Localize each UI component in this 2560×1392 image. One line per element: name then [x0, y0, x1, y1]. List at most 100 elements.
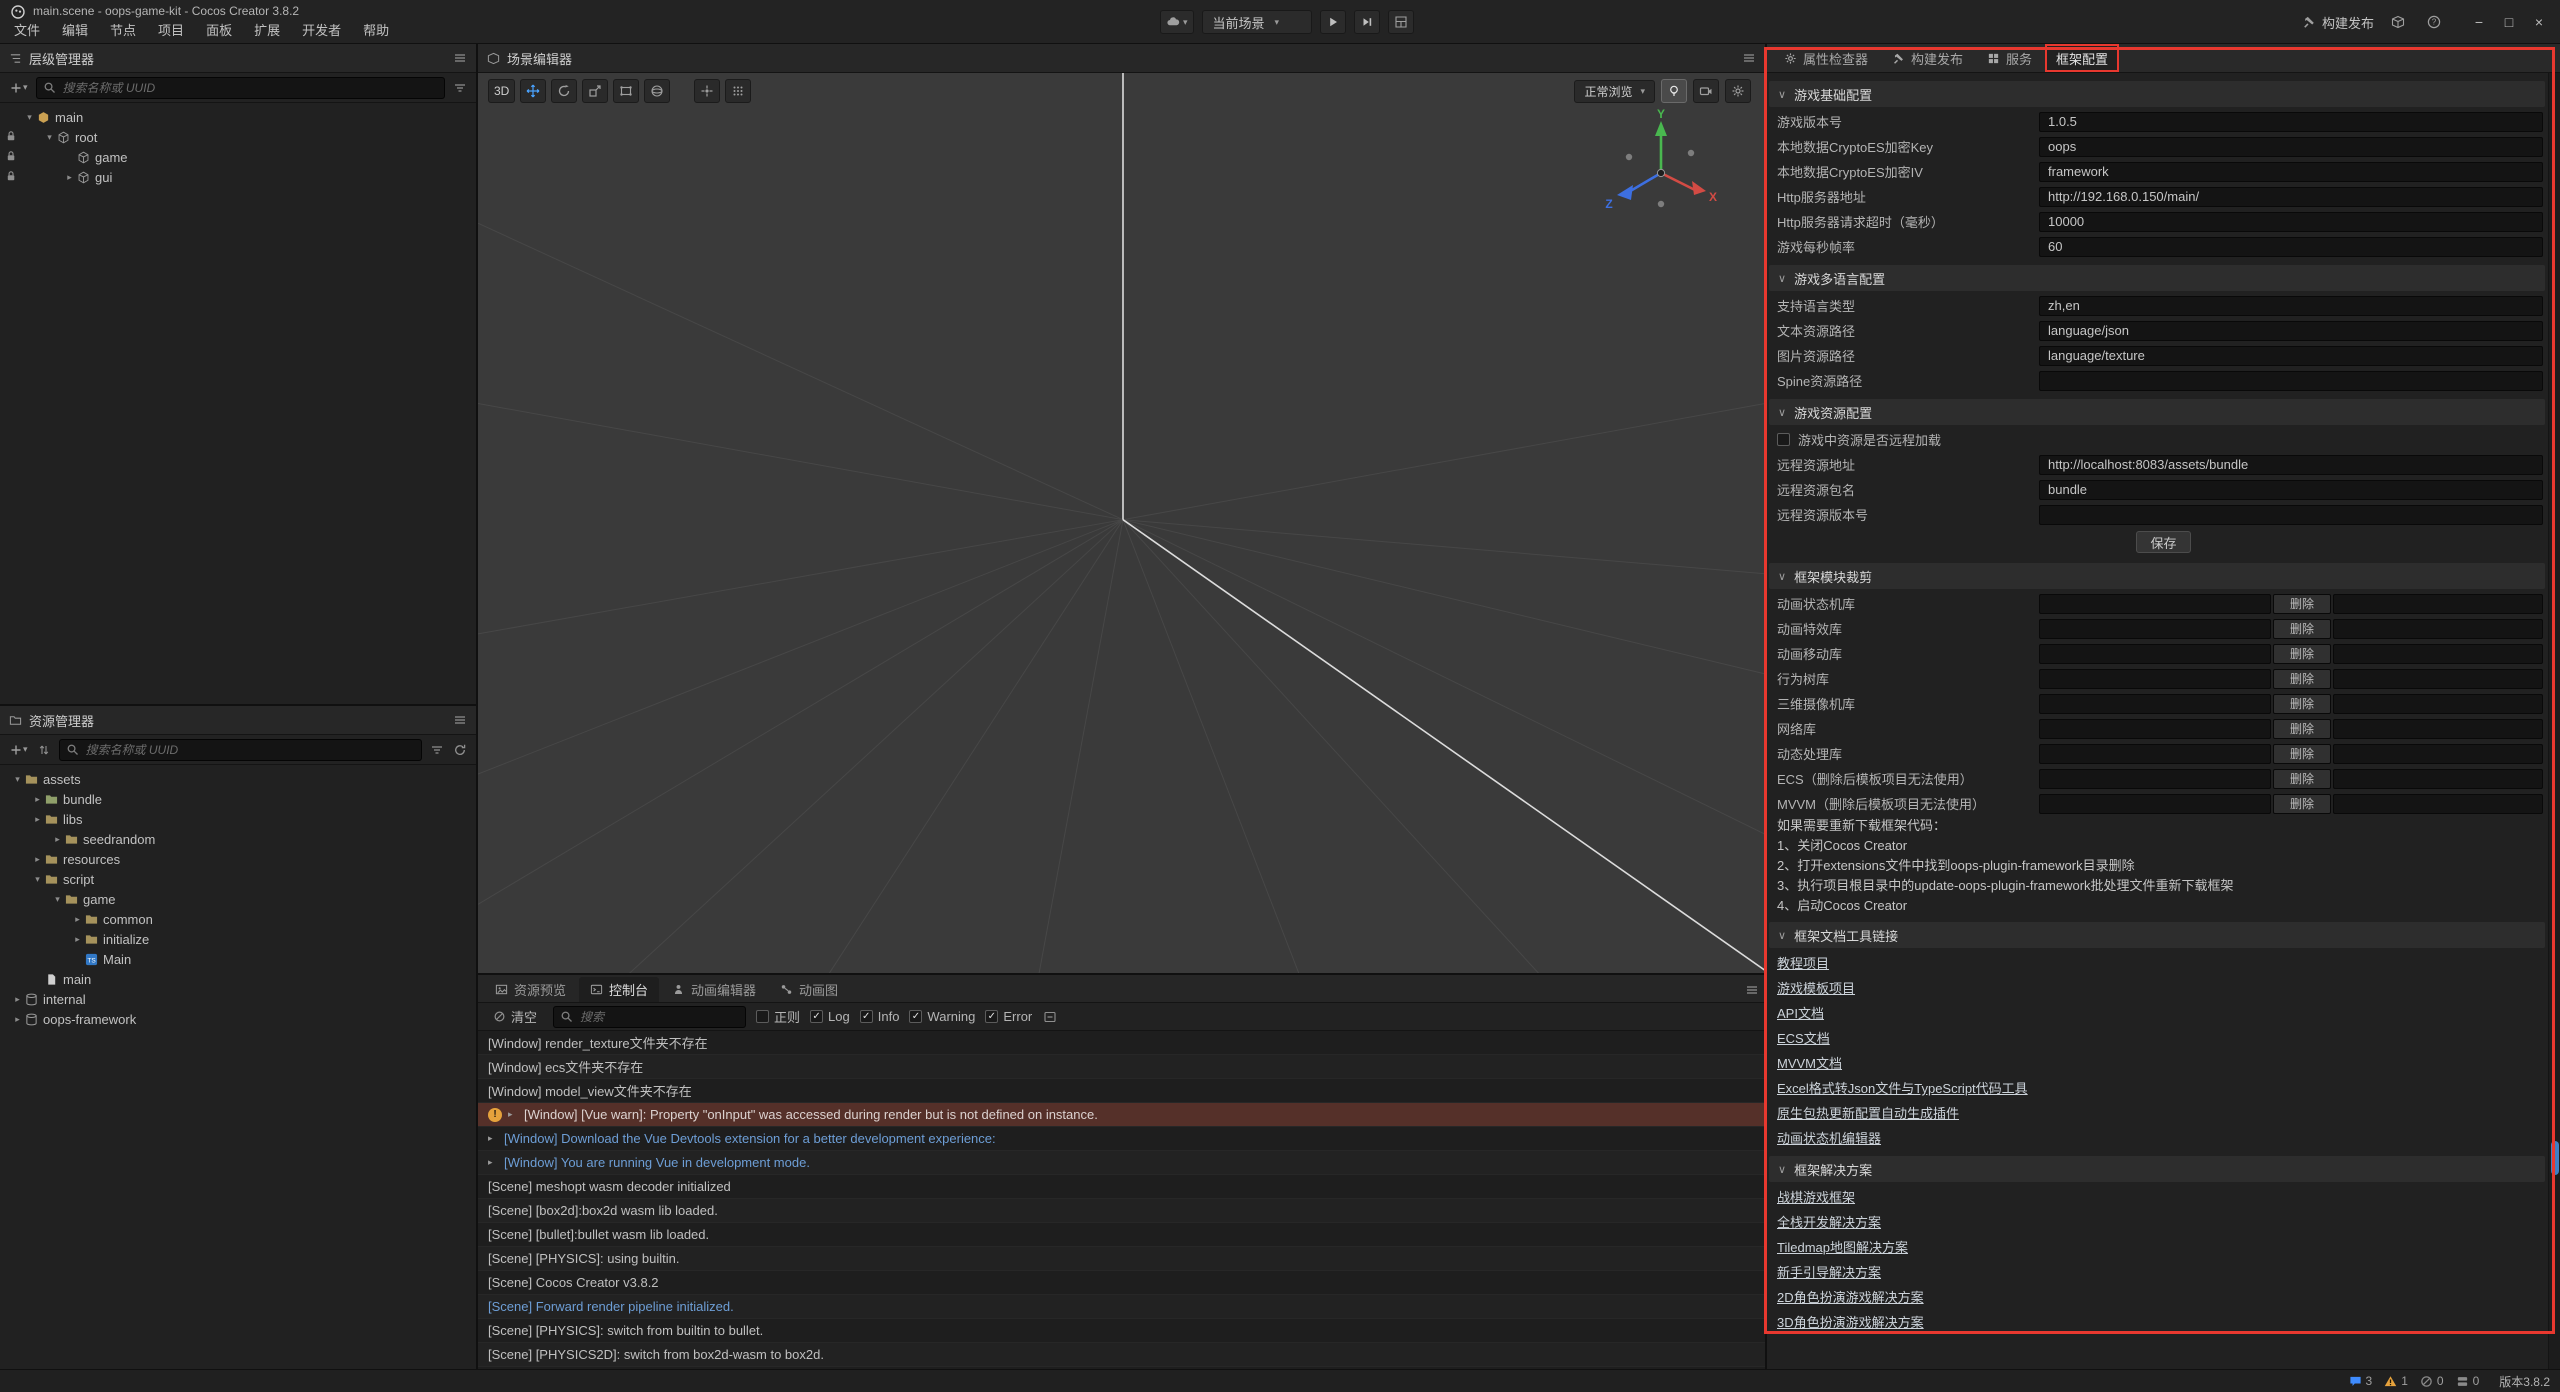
log-row-10[interactable]: [Scene] Cocos Creator v3.8.2: [478, 1271, 1765, 1295]
tool-move-button[interactable]: [520, 79, 546, 103]
filter-error-checkbox[interactable]: ✓: [985, 1010, 998, 1023]
module-input-5[interactable]: [2039, 719, 2271, 739]
log-row-11[interactable]: [Scene] Forward render pipeline initiali…: [478, 1295, 1765, 1319]
assets-node-common[interactable]: ▸common: [0, 909, 476, 929]
compile-button[interactable]: ▾: [1160, 10, 1194, 34]
expander-icon[interactable]: ▸: [50, 834, 65, 845]
section-header-docs[interactable]: ∨框架文档工具链接: [1769, 922, 2545, 948]
assets-node-game[interactable]: ▾game: [0, 889, 476, 909]
docs-link-7[interactable]: 动画状态机编辑器: [1777, 1128, 1881, 1147]
hierarchy-node-game[interactable]: game: [0, 147, 476, 167]
log-row-4[interactable]: ▸[Window] Download the Vue Devtools exte…: [478, 1127, 1765, 1151]
scene-settings-button[interactable]: [1725, 79, 1751, 103]
assets-node-main[interactable]: main: [0, 969, 476, 989]
close-button[interactable]: ×: [2524, 9, 2554, 35]
help-button[interactable]: ?: [2422, 10, 2446, 34]
module-delete-button-5[interactable]: 删除: [2273, 719, 2331, 739]
hierarchy-filter-button[interactable]: [452, 81, 468, 95]
error-count[interactable]: 0: [2420, 1374, 2444, 1388]
filter-warning[interactable]: ✓Warning: [909, 1009, 975, 1024]
log-row-2[interactable]: [Window] model_view文件夹不存在: [478, 1079, 1765, 1103]
console-clear-button[interactable]: 清空: [487, 1006, 543, 1027]
assets-node-libs[interactable]: ▸libs: [0, 809, 476, 829]
expander-icon[interactable]: ▸: [10, 994, 25, 1005]
expander-icon[interactable]: ▾: [42, 132, 57, 143]
solutions-link-1[interactable]: 全栈开发解决方案: [1777, 1212, 1881, 1231]
log-row-9[interactable]: [Scene] [PHYSICS]: using builtin.: [478, 1247, 1765, 1271]
section-header-basic[interactable]: ∨游戏基础配置: [1769, 81, 2545, 107]
solutions-link-5[interactable]: 3D角色扮演游戏解决方案: [1777, 1312, 1924, 1331]
package-button[interactable]: [2386, 10, 2410, 34]
section-header-i18n[interactable]: ∨游戏多语言配置: [1769, 265, 2545, 291]
tool-rotate-button[interactable]: [551, 79, 577, 103]
expander-icon[interactable]: ▾: [10, 774, 25, 785]
solutions-link-0[interactable]: 战棋游戏框架: [1777, 1187, 1855, 1206]
filter-error[interactable]: ✓Error: [985, 1009, 1032, 1024]
save-button[interactable]: 保存: [2136, 531, 2190, 553]
module-input-1[interactable]: [2039, 619, 2271, 639]
field-input-resource-0[interactable]: [2039, 455, 2543, 475]
play-button[interactable]: [1320, 10, 1346, 34]
module-input-3[interactable]: [2039, 669, 2271, 689]
expander-icon[interactable]: ▸: [30, 854, 45, 865]
expander-icon[interactable]: ▸: [70, 914, 85, 925]
console-regex-checkbox[interactable]: 正则: [756, 1007, 800, 1026]
assets-node-seedrandom[interactable]: ▸seedrandom: [0, 829, 476, 849]
message-count[interactable]: 3: [2349, 1374, 2373, 1388]
view-mode-select[interactable]: 正常浏览 ▾: [1574, 80, 1655, 103]
menu-edit[interactable]: 编辑: [51, 20, 99, 42]
inspector-scrollbar[interactable]: [2548, 73, 2560, 1369]
module-delete-button-1[interactable]: 删除: [2273, 619, 2331, 639]
expander-icon[interactable]: ▸: [62, 172, 77, 183]
menu-file[interactable]: 文件: [3, 20, 51, 42]
log-row-12[interactable]: [Scene] [PHYSICS]: switch from builtin t…: [478, 1319, 1765, 1343]
module-delete-button-8[interactable]: 删除: [2273, 794, 2331, 814]
filter-log[interactable]: ✓Log: [810, 1009, 850, 1024]
field-input-basic-1[interactable]: [2039, 137, 2543, 157]
hierarchy-node-main[interactable]: ▾main: [0, 107, 476, 127]
log-row-0[interactable]: [Window] render_texture文件夹不存在: [478, 1031, 1765, 1055]
module-delete-button-0[interactable]: 删除: [2273, 594, 2331, 614]
docs-link-0[interactable]: 教程项目: [1777, 953, 1829, 972]
server-count[interactable]: 0: [2456, 1374, 2480, 1388]
tool-rect-button[interactable]: [613, 79, 639, 103]
assets-panel-menu-icon[interactable]: [453, 713, 467, 727]
warning-count[interactable]: 1: [2384, 1374, 2408, 1388]
log-row-1[interactable]: [Window] ecs文件夹不存在: [478, 1055, 1765, 1079]
docs-link-6[interactable]: 原生包热更新配置自动生成插件: [1777, 1103, 1959, 1122]
console-collapse-button[interactable]: [1042, 1010, 1058, 1024]
inspector-scrollbar-thumb[interactable]: [2551, 1141, 2559, 1175]
expander-icon[interactable]: ▾: [22, 112, 37, 123]
field-input-i18n-0[interactable]: [2039, 296, 2543, 316]
assets-refresh-button[interactable]: [452, 743, 468, 757]
module-delete-button-3[interactable]: 删除: [2273, 669, 2331, 689]
log-row-3[interactable]: !▸[Window] [Vue warn]: Property "onInput…: [478, 1103, 1765, 1127]
inspector-tab-framework-config[interactable]: 框架配置: [2045, 44, 2119, 72]
tool-scale-button[interactable]: [582, 79, 608, 103]
docs-link-5[interactable]: Excel格式转Json文件与TypeScript代码工具: [1777, 1078, 2028, 1097]
assets-node-internal[interactable]: ▸internal: [0, 989, 476, 1009]
assets-sort-button[interactable]: [36, 743, 52, 757]
field-input-basic-0[interactable]: [2039, 112, 2543, 132]
module-delete-button-6[interactable]: 删除: [2273, 744, 2331, 764]
console-tab-console[interactable]: 控制台: [579, 977, 659, 1002]
assets-filter-button[interactable]: [429, 743, 445, 757]
scene-camera-button[interactable]: [1693, 79, 1719, 103]
console-panel-menu-icon[interactable]: [1745, 983, 1759, 997]
expander-icon[interactable]: ▸: [488, 1157, 498, 1168]
scene-select[interactable]: 当前场景 ▾: [1202, 10, 1312, 34]
module-input-0[interactable]: [2039, 594, 2271, 614]
assets-add-button[interactable]: ▾: [8, 743, 29, 757]
filter-log-checkbox[interactable]: ✓: [810, 1010, 823, 1023]
inspector-tab-property-inspector[interactable]: 属性检查器: [1773, 44, 1879, 72]
section-header-resource[interactable]: ∨游戏资源配置: [1769, 399, 2545, 425]
field-input-i18n-3[interactable]: [2039, 371, 2543, 391]
module-delete-button-2[interactable]: 删除: [2273, 644, 2331, 664]
remote-load-checkbox[interactable]: [1777, 433, 1790, 446]
field-input-resource-1[interactable]: [2039, 480, 2543, 500]
console-tab-animation-graph[interactable]: 动画图: [769, 977, 849, 1002]
solutions-link-2[interactable]: Tiledmap地图解决方案: [1777, 1237, 1908, 1256]
module-input-2[interactable]: [2039, 644, 2271, 664]
module-delete-button-4[interactable]: 删除: [2273, 694, 2331, 714]
expander-icon[interactable]: ▸: [70, 934, 85, 945]
